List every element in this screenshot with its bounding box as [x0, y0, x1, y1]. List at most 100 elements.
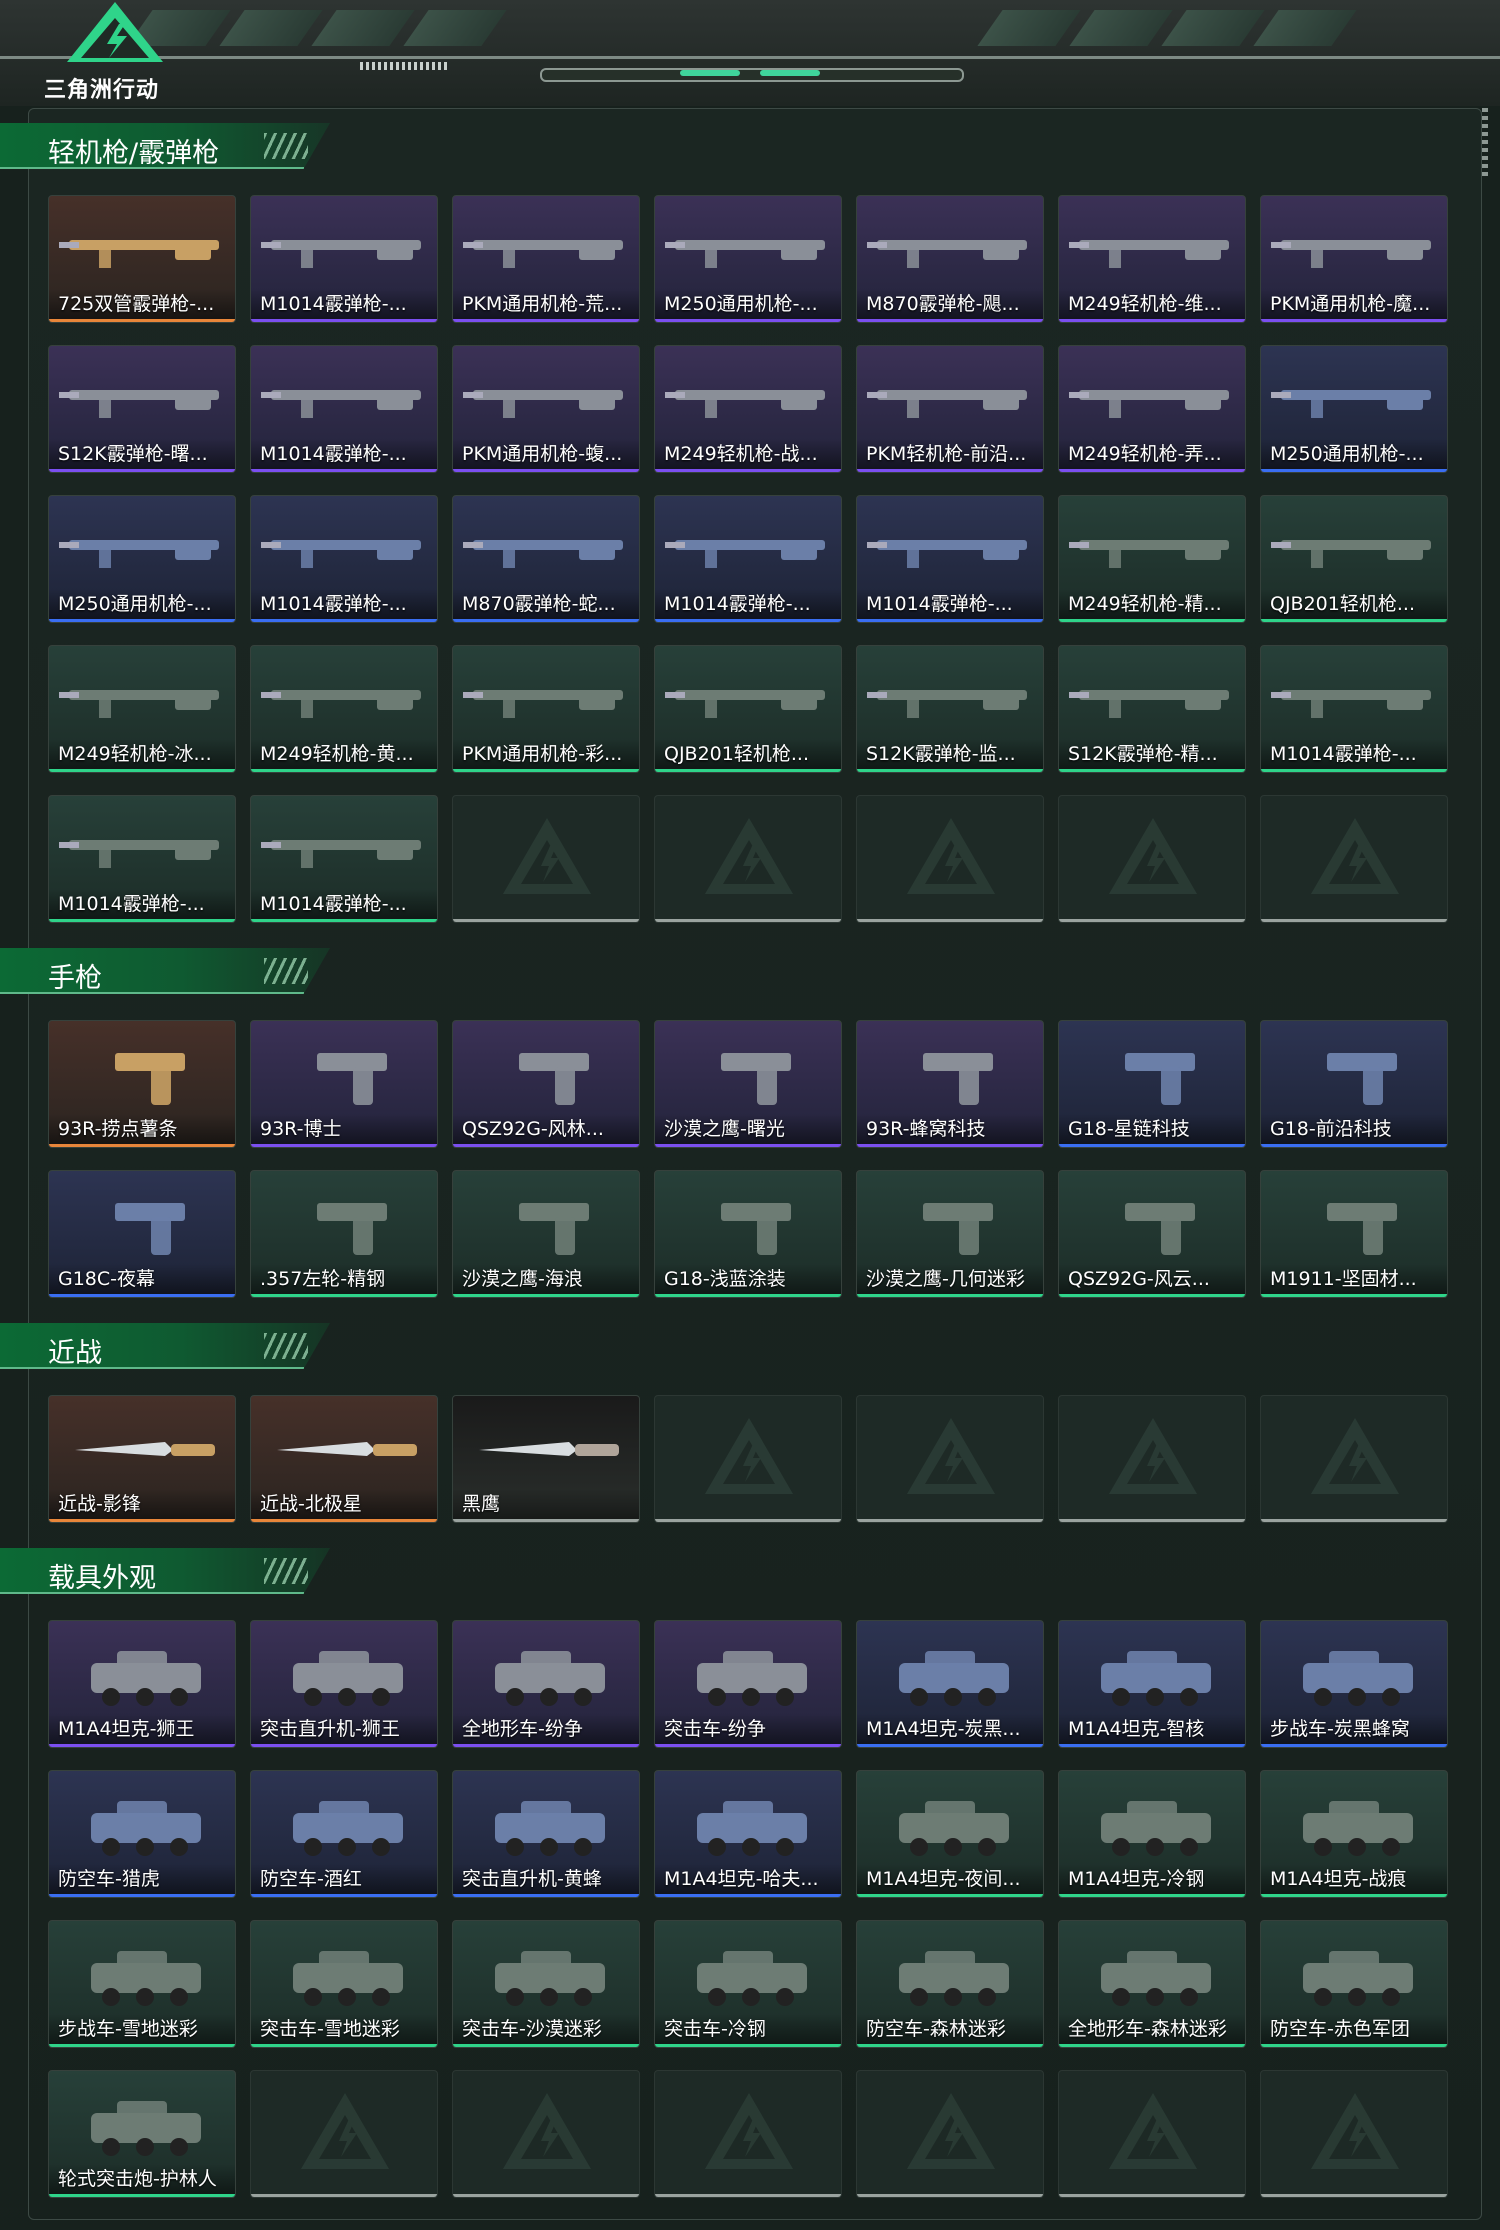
item-card[interactable]: M1A4坦克-狮王	[48, 1620, 236, 1748]
item-card[interactable]: M1911-坚固材...	[1260, 1170, 1448, 1298]
item-card[interactable]: M1014霰弹枪-...	[48, 795, 236, 923]
item-card[interactable]: 轮式突击炮-护林人	[48, 2070, 236, 2198]
section-underline	[0, 1592, 304, 1594]
rarity-bar	[453, 2044, 639, 2047]
item-card[interactable]: 步战车-炭黑蜂窝	[1260, 1620, 1448, 1748]
item-card[interactable]: M249轻机枪-冰...	[48, 645, 236, 773]
item-card[interactable]: M250通用机枪-...	[1260, 345, 1448, 473]
weapon-skin-icon	[59, 390, 219, 418]
item-card[interactable]: 防空车-酒红	[250, 1770, 438, 1898]
scrollbar[interactable]	[1482, 108, 1488, 178]
item-card[interactable]: M1014霰弹枪-...	[250, 195, 438, 323]
item-card[interactable]: G18-浅蓝涂装	[654, 1170, 842, 1298]
item-card[interactable]: PKM轻机枪-前沿...	[856, 345, 1044, 473]
item-card[interactable]: S12K霰弹枪-监...	[856, 645, 1044, 773]
item-card[interactable]: 突击车-纷争	[654, 1620, 842, 1748]
item-label: 步战车-炭黑蜂窝	[1270, 1718, 1410, 1740]
item-card[interactable]: PKM通用机枪-彩...	[452, 645, 640, 773]
item-card[interactable]: 沙漠之鹰-曙光	[654, 1020, 842, 1148]
item-card[interactable]: M249轻机枪-黄...	[250, 645, 438, 773]
item-card[interactable]: G18-星链科技	[1058, 1020, 1246, 1148]
item-card[interactable]: M1014霰弹枪-...	[250, 495, 438, 623]
item-card[interactable]: M1A4坦克-哈夫...	[654, 1770, 842, 1898]
item-card[interactable]: M250通用机枪-...	[48, 495, 236, 623]
app-title: 三角洲行动	[44, 78, 160, 103]
item-card[interactable]: M1A4坦克-夜间...	[856, 1770, 1044, 1898]
item-card[interactable]: QJB201轻机枪...	[1260, 495, 1448, 623]
item-card[interactable]: M1A4坦克-战痕	[1260, 1770, 1448, 1898]
item-card[interactable]: 沙漠之鹰-几何迷彩	[856, 1170, 1044, 1298]
section-header-vehicle: 载具外观	[0, 1548, 330, 1594]
weapon-skin-icon	[665, 540, 825, 568]
rarity-bar	[1261, 2044, 1447, 2047]
item-card[interactable]: QSZ92G-风林...	[452, 1020, 640, 1148]
weapon-skin-icon	[1271, 540, 1431, 568]
item-card[interactable]: 黑鹰	[452, 1395, 640, 1523]
item-card[interactable]: M250通用机枪-...	[654, 195, 842, 323]
item-card[interactable]: M249轻机枪-精...	[1058, 495, 1246, 623]
item-card[interactable]: G18C-夜幕	[48, 1170, 236, 1298]
item-card[interactable]: 沙漠之鹰-海浪	[452, 1170, 640, 1298]
rarity-bar	[251, 1894, 437, 1897]
rarity-bar	[655, 619, 841, 622]
item-card[interactable]: 突击直升机-狮王	[250, 1620, 438, 1748]
rarity-bar	[453, 469, 639, 472]
item-label: M1A4坦克-炭黑...	[866, 1718, 1021, 1740]
item-card[interactable]: M249轻机枪-战...	[654, 345, 842, 473]
item-card[interactable]: QSZ92G-风云...	[1058, 1170, 1246, 1298]
item-card[interactable]: M1A4坦克-炭黑...	[856, 1620, 1044, 1748]
item-card[interactable]: 全地形车-森林迷彩	[1058, 1920, 1246, 2048]
item-label: M870霰弹枪-飓...	[866, 293, 1020, 315]
item-card[interactable]: 突击车-雪地迷彩	[250, 1920, 438, 2048]
item-card[interactable]: 93R-蜂窝科技	[856, 1020, 1044, 1148]
section-header-pistol: 手枪	[0, 948, 330, 994]
item-card[interactable]: 防空车-猎虎	[48, 1770, 236, 1898]
vehicle-skin-icon	[1101, 1651, 1211, 1706]
item-card[interactable]: M1A4坦克-冷钢	[1058, 1770, 1246, 1898]
item-card[interactable]: 全地形车-纷争	[452, 1620, 640, 1748]
item-card[interactable]: M1A4坦克-智核	[1058, 1620, 1246, 1748]
item-card[interactable]: M1014霰弹枪-...	[654, 495, 842, 623]
item-card[interactable]: 725双管霰弹枪-...	[48, 195, 236, 323]
item-card[interactable]: QJB201轻机枪...	[654, 645, 842, 773]
item-card[interactable]: 近战-影锋	[48, 1395, 236, 1523]
pistol-skin-icon	[1125, 1203, 1195, 1255]
item-card[interactable]: 步战车-雪地迷彩	[48, 1920, 236, 2048]
item-card[interactable]: 93R-捞点薯条	[48, 1020, 236, 1148]
item-label: 防空车-酒红	[260, 1868, 362, 1890]
item-card[interactable]: M249轻机枪-维...	[1058, 195, 1246, 323]
item-card[interactable]: PKM通用机枪-魔...	[1260, 195, 1448, 323]
pistol-skin-icon	[519, 1053, 589, 1105]
item-card[interactable]: PKM通用机枪-荒...	[452, 195, 640, 323]
item-card[interactable]: 突击直升机-黄蜂	[452, 1770, 640, 1898]
item-card[interactable]: 突击车-沙漠迷彩	[452, 1920, 640, 2048]
empty-slot-logo-icon	[1311, 818, 1399, 894]
item-card[interactable]: M1014霰弹枪-...	[856, 495, 1044, 623]
item-card[interactable]: .357左轮-精钢	[250, 1170, 438, 1298]
item-card[interactable]: 防空车-赤色军团	[1260, 1920, 1448, 2048]
rarity-bar	[49, 1519, 235, 1522]
item-label: M250通用机枪-...	[1270, 443, 1424, 465]
pistol-skin-icon	[721, 1053, 791, 1105]
item-label: M1911-坚固材...	[1270, 1268, 1417, 1290]
item-card[interactable]: M1014霰弹枪-...	[1260, 645, 1448, 773]
vehicle-skin-icon	[1101, 1801, 1211, 1856]
weapon-skin-icon	[59, 690, 219, 718]
item-card[interactable]: 近战-北极星	[250, 1395, 438, 1523]
item-card[interactable]: 93R-博士	[250, 1020, 438, 1148]
empty-slot-logo-icon	[705, 818, 793, 894]
vehicle-skin-icon	[1303, 1801, 1413, 1856]
item-label: 突击直升机-黄蜂	[462, 1868, 602, 1890]
item-card[interactable]: 防空车-森林迷彩	[856, 1920, 1044, 2048]
item-card[interactable]: M1014霰弹枪-...	[250, 795, 438, 923]
weapon-skin-icon	[665, 690, 825, 718]
item-card[interactable]: M870霰弹枪-蛇...	[452, 495, 640, 623]
item-card[interactable]: M249轻机枪-弄...	[1058, 345, 1246, 473]
item-card[interactable]: PKM通用机枪-蝮...	[452, 345, 640, 473]
item-card[interactable]: G18-前沿科技	[1260, 1020, 1448, 1148]
item-card[interactable]: M1014霰弹枪-...	[250, 345, 438, 473]
item-card[interactable]: S12K霰弹枪-精...	[1058, 645, 1246, 773]
item-card[interactable]: 突击车-冷钢	[654, 1920, 842, 2048]
item-card[interactable]: M870霰弹枪-飓...	[856, 195, 1044, 323]
item-card[interactable]: S12K霰弹枪-曙...	[48, 345, 236, 473]
